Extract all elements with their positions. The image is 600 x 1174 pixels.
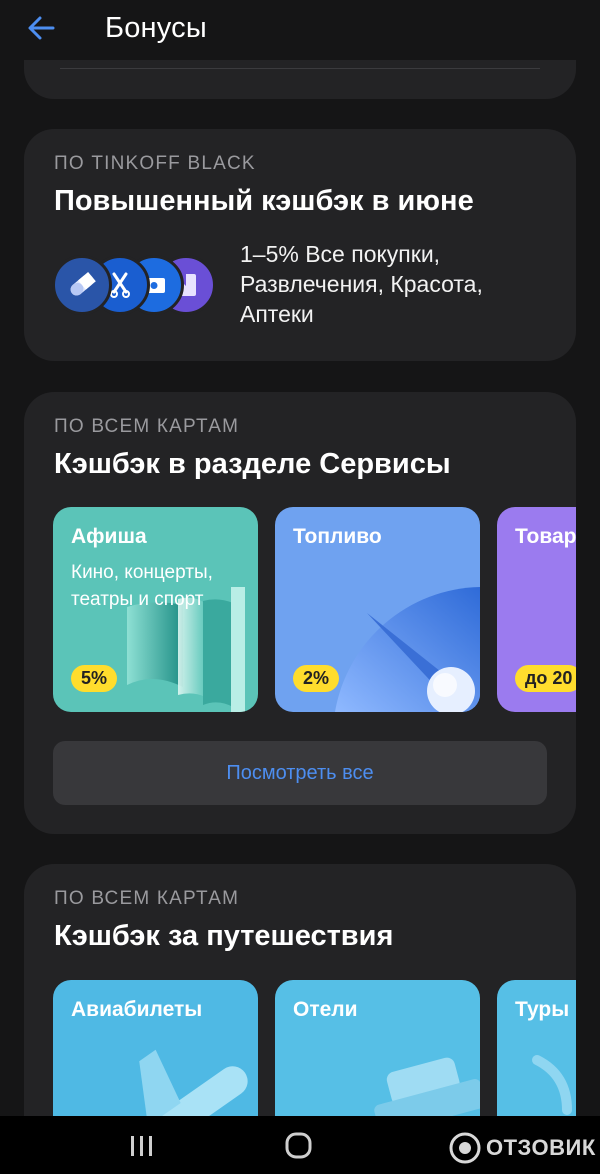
cashback-badge: 5% [71,665,118,692]
service-tiles: Афиша Кино, концерты, театры и спорт 5% [53,507,576,712]
see-all-button[interactable]: Посмотреть все [53,741,547,805]
tile-title: Топливо [293,525,382,548]
tile-title: Отели [293,998,358,1021]
card-eyebrow: ПО ВСЕМ КАРТАМ [54,888,240,909]
bonuses-screen: Бонусы ПО TINKOFF BLACK Повышенный кэшбэ… [0,0,600,1174]
black-cashback-card[interactable]: ПО TINKOFF BLACK Повышенный кэшбэк в июн… [24,129,576,361]
arrow-left-icon [28,16,55,40]
tile-title: Туры [515,998,570,1021]
home-button[interactable] [276,1130,320,1162]
watermark-logo-icon [449,1132,481,1164]
card-title: Повышенный кэшбэк в июне [54,185,474,217]
card-eyebrow: ПО TINKOFF BLACK [54,153,256,174]
back-button[interactable] [22,12,60,44]
card-title: Кэшбэк в разделе Сервисы [54,448,451,480]
divider [60,68,540,69]
watermark: ОТЗОВИК [448,1131,596,1165]
cashback-badge: до 20 [515,665,576,692]
recents-button[interactable] [120,1130,164,1162]
tile-subtitle: Кино, концерты, театры и спорт [71,562,213,610]
app-header: Бонусы [0,0,600,60]
services-cashback-card: ПО ВСЕМ КАРТАМ Кэшбэк в разделе Сервисы [24,392,576,834]
card-eyebrow: ПО ВСЕМ КАРТАМ [54,416,240,437]
page-title: Бонусы [105,12,207,44]
tile-afisha[interactable]: Афиша Кино, концерты, театры и спорт 5% [53,507,258,712]
cashback-description: 1–5% Все покупки, Развлечения, Красота, … [240,241,483,327]
tile-fuel[interactable]: Топливо 2% [275,507,480,712]
card-title: Кэшбэк за путешествия [54,920,394,952]
cashback-badge: 2% [293,665,340,692]
category-icons [52,255,222,317]
tile-title: Авиабилеты [71,998,203,1021]
watermark-text: ОТЗОВИК [486,1135,596,1160]
tile-title: Товар [515,525,576,548]
pill-icon [52,255,112,315]
tile-title: Афиша [71,525,147,548]
home-icon [285,1132,312,1159]
recents-icon [131,1136,152,1156]
tile-goods[interactable]: Товар до 20 [497,507,576,712]
